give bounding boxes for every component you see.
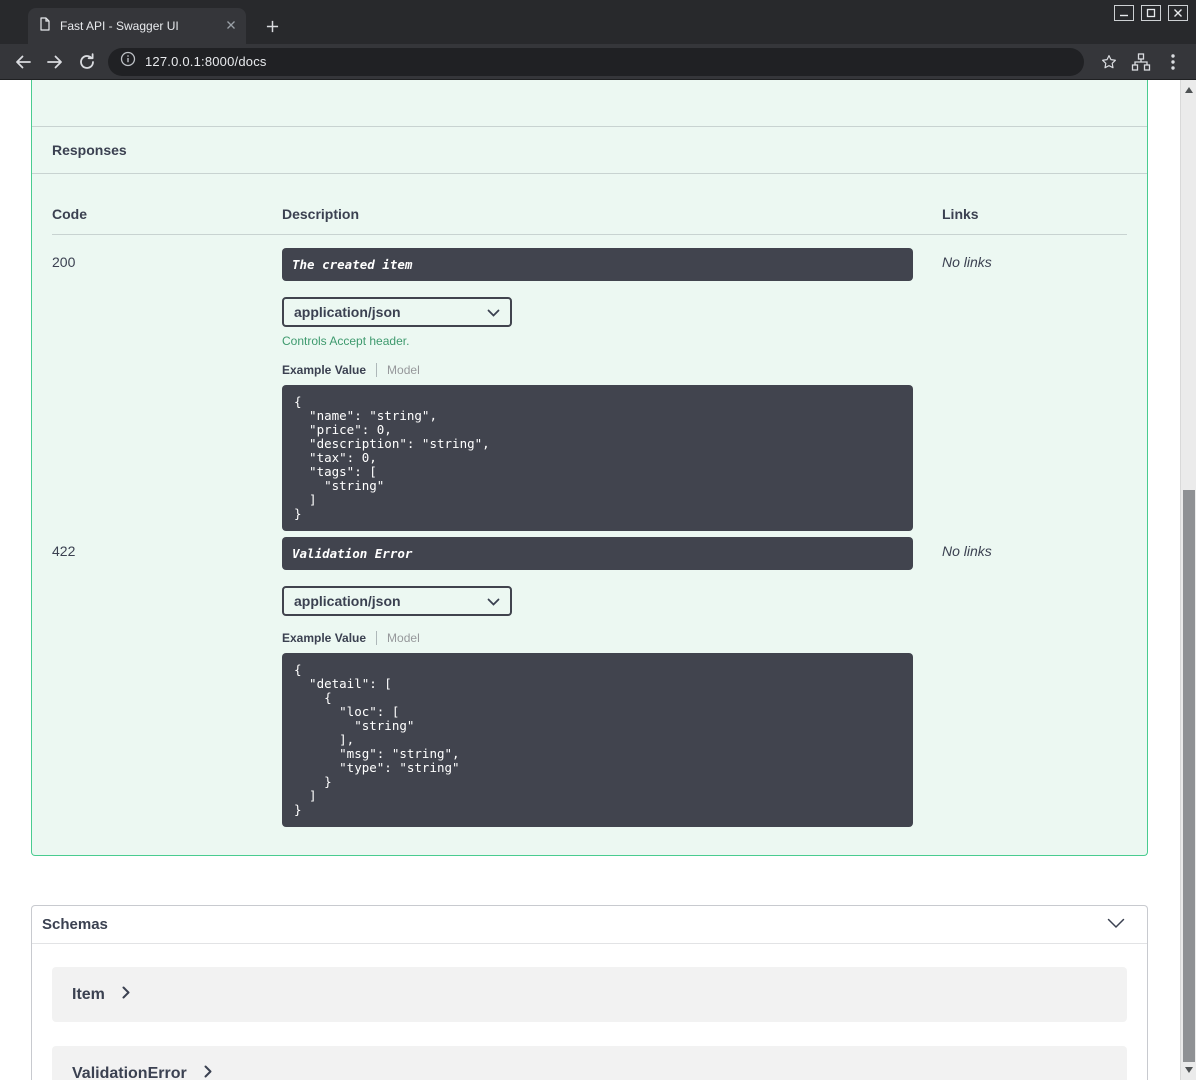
- schemas-title: Schemas: [42, 916, 108, 933]
- chevron-right-icon: [204, 1065, 212, 1080]
- reload-button[interactable]: [72, 48, 102, 76]
- tab-divider: [376, 631, 378, 645]
- schemas-section: Schemas Item ValidationError: [31, 905, 1148, 1080]
- swagger-content: Responses Code Description Links 200 The…: [0, 80, 1180, 1080]
- response-row-200: 200 The created item application/json Co…: [52, 235, 1127, 531]
- model-row-item[interactable]: Item: [52, 967, 1127, 1022]
- back-button[interactable]: [8, 48, 38, 76]
- response-description: Validation Error: [282, 537, 913, 570]
- page-scrollbar[interactable]: [1180, 80, 1196, 1080]
- scroll-up-arrow-icon[interactable]: [1184, 87, 1193, 93]
- response-row-422: 422 Validation Error application/json Ex…: [52, 531, 1127, 827]
- browser-tab[interactable]: Fast API - Swagger UI: [28, 8, 246, 44]
- scroll-down-arrow-icon[interactable]: [1184, 1067, 1193, 1073]
- chevron-down-icon: [487, 593, 500, 609]
- tab-divider: [376, 363, 378, 377]
- responses-table: Code Description Links 200 The created i…: [32, 174, 1147, 827]
- tab-model[interactable]: Model: [387, 363, 420, 377]
- page: Responses Code Description Links 200 The…: [0, 80, 1196, 1080]
- scrollbar-thumb[interactable]: [1183, 490, 1195, 1062]
- tab-close-icon[interactable]: [226, 17, 236, 35]
- media-type-select[interactable]: application/json: [282, 297, 512, 327]
- bookmark-star-icon[interactable]: [1094, 48, 1124, 76]
- responses-table-head: Code Description Links: [52, 174, 1127, 235]
- minimize-button[interactable]: [1114, 5, 1134, 21]
- example-json-200: { "name": "string", "price": 0, "descrip…: [282, 385, 913, 531]
- model-row-validationerror[interactable]: ValidationError: [52, 1046, 1127, 1080]
- sitemap-icon[interactable]: [1126, 48, 1156, 76]
- tab-title: Fast API - Swagger UI: [60, 19, 179, 33]
- response-links: No links: [942, 543, 992, 559]
- model-name: Item: [72, 985, 105, 1003]
- response-description: The created item: [282, 248, 913, 281]
- response-links: No links: [942, 254, 992, 270]
- browser-toolbar: 127.0.0.1:8000/docs: [0, 44, 1196, 80]
- window-controls: [1114, 5, 1188, 21]
- tab-model[interactable]: Model: [387, 631, 420, 645]
- col-code: Code: [52, 206, 87, 222]
- browser-titlebar: Fast API - Swagger UI: [0, 0, 1196, 44]
- model-name: ValidationError: [72, 1064, 187, 1080]
- responses-section-header: Responses: [32, 127, 1147, 174]
- schemas-header[interactable]: Schemas: [32, 906, 1147, 944]
- media-type-value: application/json: [294, 304, 401, 320]
- response-description-cell: The created item application/json Contro…: [282, 248, 942, 531]
- address-bar[interactable]: 127.0.0.1:8000/docs: [108, 47, 1084, 76]
- maximize-button[interactable]: [1141, 5, 1161, 21]
- example-json-422: { "detail": [ { "loc": [ "string" ], "ms…: [282, 653, 913, 827]
- forward-button[interactable]: [40, 48, 70, 76]
- browser-menu-icon[interactable]: [1158, 48, 1188, 76]
- chevron-right-icon: [122, 986, 130, 1004]
- media-type-select[interactable]: application/json: [282, 586, 512, 616]
- opblock-post: Responses Code Description Links 200 The…: [31, 80, 1148, 856]
- col-links: Links: [942, 206, 979, 222]
- page-icon: [38, 16, 52, 36]
- new-tab-button[interactable]: [258, 12, 286, 40]
- url-text: 127.0.0.1:8000/docs: [145, 54, 267, 69]
- site-info-icon[interactable]: [120, 51, 136, 72]
- response-code: 200: [52, 254, 76, 270]
- accept-header-note: Controls Accept header.: [282, 334, 410, 348]
- chevron-down-icon[interactable]: [1107, 916, 1125, 934]
- media-type-value: application/json: [294, 593, 401, 609]
- opblock-body-spacer: [32, 80, 1147, 127]
- responses-title: Responses: [52, 142, 127, 158]
- col-description: Description: [282, 206, 360, 222]
- close-button[interactable]: [1168, 5, 1188, 21]
- response-description-cell: Validation Error application/json Exampl…: [282, 537, 942, 827]
- response-code: 422: [52, 543, 76, 559]
- example-model-tabs: Example Value Model: [282, 631, 942, 645]
- tab-example-value[interactable]: Example Value: [282, 363, 366, 377]
- tab-example-value[interactable]: Example Value: [282, 631, 366, 645]
- chevron-down-icon: [487, 304, 500, 320]
- schemas-body: Item ValidationError: [32, 944, 1147, 1080]
- example-model-tabs: Example Value Model: [282, 363, 942, 377]
